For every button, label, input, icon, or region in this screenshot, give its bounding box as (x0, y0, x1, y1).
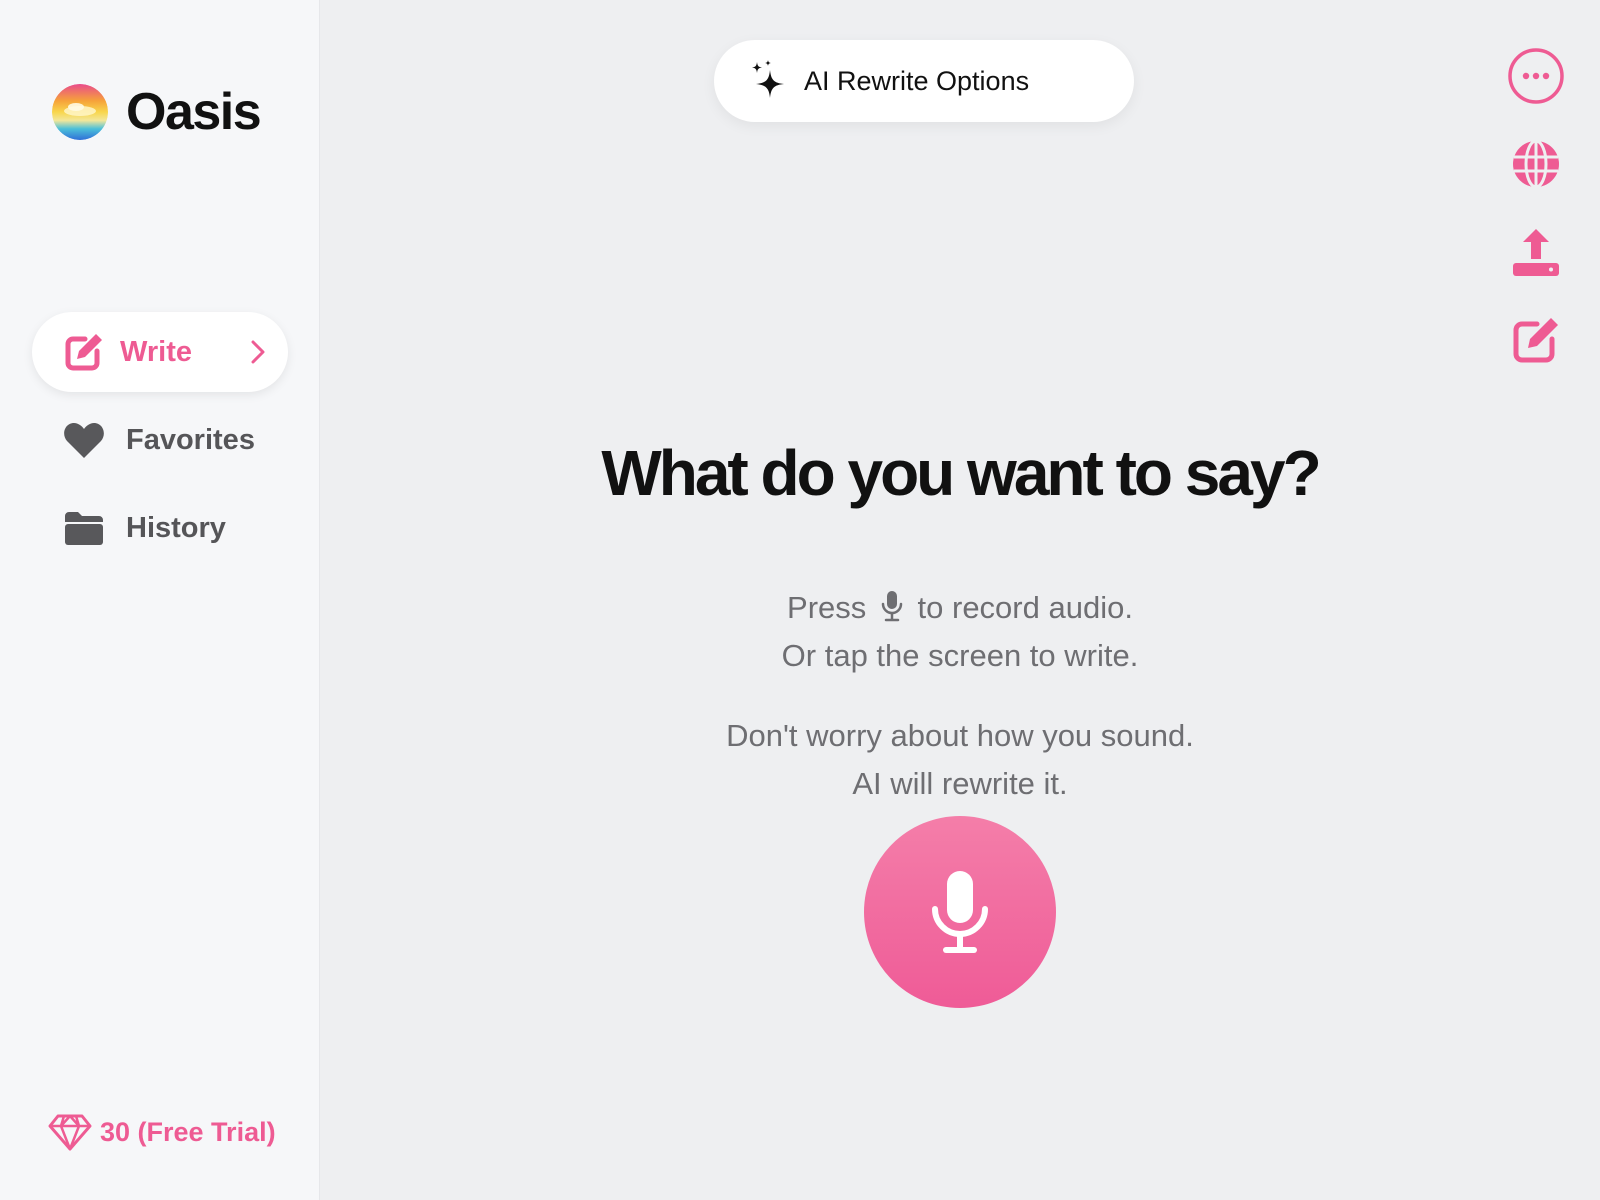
credits-label: 30 (Free Trial) (100, 1116, 276, 1147)
ai-rewrite-options-button[interactable]: AI Rewrite Options (714, 40, 1134, 122)
sidebar-item-favorites[interactable]: Favorites (32, 400, 288, 480)
sidebar-item-label: History (126, 511, 226, 544)
record-button[interactable] (864, 816, 1056, 1008)
record-instructions: Press to record audio. Or tap the screen… (320, 584, 1600, 680)
brand: Oasis (52, 82, 262, 142)
right-toolbar (1506, 46, 1566, 398)
sidebar-item-label: Write (120, 335, 192, 368)
reassurance-line-1: Don't worry about how you sound. (726, 718, 1194, 753)
more-icon (1508, 48, 1564, 104)
app-name: Oasis (126, 83, 262, 141)
sidebar-nav: Write Favorites History (32, 312, 288, 576)
sidebar-item-label: Favorites (126, 423, 255, 456)
microphone-icon (881, 591, 903, 622)
ai-rewrite-label: AI Rewrite Options (804, 65, 1030, 96)
instruction-text: Press (787, 590, 867, 625)
globe-icon (1513, 139, 1559, 189)
edit-icon (1513, 318, 1558, 363)
heart-icon (62, 418, 106, 462)
sparkles-icon (752, 60, 784, 98)
share-button[interactable] (1506, 222, 1566, 282)
folder-icon (62, 506, 106, 550)
chevron-right-icon (251, 340, 265, 364)
sidebar: Oasis Write Favorites History 30 (Free T… (0, 0, 320, 1200)
reassurance-text: Don't worry about how you sound. AI will… (320, 712, 1600, 808)
sidebar-item-history[interactable]: History (32, 488, 288, 568)
share-icon (1513, 229, 1559, 276)
oasis-logo-icon (52, 84, 108, 140)
app-window: Oasis Write Favorites History 30 (Free T… (0, 0, 1600, 1200)
compose-button[interactable] (1506, 310, 1566, 370)
page-title: What do you want to say? (601, 437, 1321, 509)
microphone-icon (932, 871, 988, 953)
edit-icon (62, 330, 106, 374)
sidebar-item-write[interactable]: Write (32, 312, 288, 392)
language-button[interactable] (1506, 134, 1566, 194)
diamond-icon (48, 1114, 92, 1151)
credits-badge[interactable]: 30 (Free Trial) (48, 1113, 276, 1151)
instruction-line-2: Or tap the screen to write. (781, 638, 1139, 673)
instruction-line-1: Press to record audio. (320, 584, 1600, 632)
reassurance-line-2: AI will rewrite it. (852, 766, 1068, 801)
instruction-text: to record audio. (917, 590, 1133, 625)
more-options-button[interactable] (1506, 46, 1566, 106)
